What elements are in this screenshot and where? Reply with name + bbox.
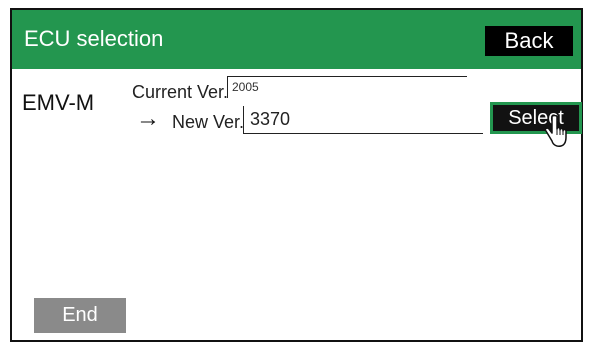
arrow-right-icon: → <box>136 105 160 132</box>
back-button[interactable]: Back <box>485 26 573 56</box>
hand-pointer-icon <box>544 115 567 147</box>
page-title: ECU selection <box>24 26 164 51</box>
current-version-label: Current Ver. <box>132 82 229 102</box>
end-button[interactable]: End <box>34 298 126 333</box>
ecu-selection-screen: ECU selection Back EMV-M Current Ver. 20… <box>10 8 583 342</box>
ecu-name: EMV-M <box>22 90 95 115</box>
select-button[interactable]: Select <box>490 102 582 134</box>
new-version-label: New Ver. <box>172 112 245 132</box>
current-version-field: 2005 <box>227 76 467 98</box>
new-version-field: 3370 <box>243 106 483 134</box>
header-bar: ECU selection Back <box>12 10 581 69</box>
